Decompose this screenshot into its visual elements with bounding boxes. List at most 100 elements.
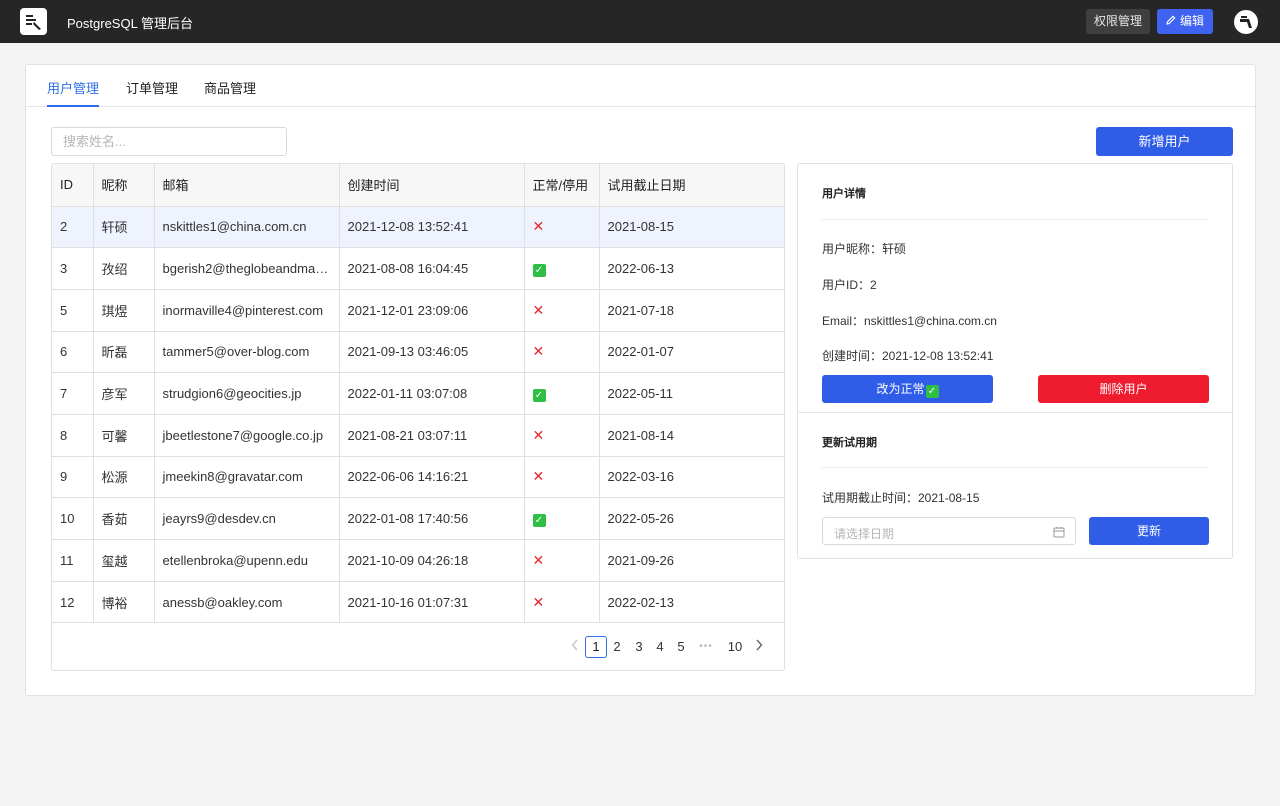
cell-status: ✕ [524,289,600,332]
trial-end-text: 试用期截止时间：2021-08-15 [822,491,980,505]
cell-nickname: 昕磊 [93,331,155,374]
cell-nickname: 琪煜 [93,289,155,332]
user-detail-title: 用户详情 [822,188,866,200]
cell-id: 5 [52,289,94,332]
cell-email: jeayrs9@desdev.cn [154,497,340,540]
search-input[interactable] [51,127,287,156]
permission-management-button[interactable]: 权限管理 [1086,9,1151,34]
cell-email: tammer5@over-blog.com [154,331,340,374]
table-row[interactable]: 9 松源 jmeekin8@gravatar.com 2022-06-06 14:16… [52,456,784,499]
cell-id: 11 [52,539,94,582]
cell-nickname: 松源 [93,456,155,499]
cell-id: 12 [52,581,94,624]
cell-email: bgerish2@theglobeandmail.com [154,247,340,290]
cell-trial-end: 2022-06-13 [599,247,784,290]
cell-status: ✕ [524,331,600,374]
status-disabled-icon: ✕ [532,343,545,360]
pencil-icon [1166,9,1176,34]
table-row[interactable]: 11 玺越 etellenbroka@upenn.edu 2021-10-09 04:… [52,539,784,582]
status-active-icon: ✓ [532,388,546,402]
table-row[interactable]: 2 轩硕 nskittles1@china.com.cn 2021-12-08 13:… [52,206,784,249]
next-page-icon[interactable] [752,636,766,658]
detail-nickname: 用户昵称：轩硕 [822,242,907,256]
cell-created: 2021-12-08 13:52:41 [339,206,525,249]
cell-email: jbeetlestone7@google.co.jp [154,414,340,457]
cell-created: 2021-10-09 04:26:18 [339,539,525,582]
column-header-created[interactable]: 创建时间 [339,164,525,207]
table-row[interactable]: 7 彦军 strudgion6@geocities.jp 2022-01-11 03:… [52,372,784,415]
divider [822,219,1208,220]
tab-product-management[interactable]: 商品管理 [204,78,256,107]
cell-trial-end: 2022-05-11 [599,372,784,415]
avatar[interactable] [1234,10,1258,34]
cell-id: 7 [52,372,94,415]
page-ellipsis[interactable]: ••• [695,636,717,658]
cell-status: ✕ [524,581,600,624]
column-header-trial-end[interactable]: 试用截止日期 [599,164,784,207]
tab-bar: 用户管理 订单管理 商品管理 [26,65,1255,107]
detail-email: Email：nskittles1@china.com.cn [822,314,997,328]
update-trial-button[interactable]: 更新 [1089,517,1209,545]
cell-created: 2021-10-16 01:07:31 [339,581,525,624]
column-header-nickname[interactable]: 昵称 [93,164,155,207]
page-5[interactable]: 5 [673,636,689,658]
cell-nickname: 可馨 [93,414,155,457]
cell-created: 2021-09-13 03:46:05 [339,331,525,374]
table-row[interactable]: 12 博裕 anessb@oakley.com 2021-10-16 01:07:31… [52,581,784,624]
date-picker-placeholder: 请选择日期 [834,527,895,541]
user-table: ID 昵称 邮箱 创建时间 正常/停用 试用截止日期 2 轩硕 nskittles1… [51,163,785,671]
cell-id: 6 [52,331,94,374]
user-detail-panel: 用户详情 用户昵称：轩硕 用户ID：2 Email：nskittles1@chi… [797,163,1233,559]
cell-email: etellenbroka@upenn.edu [154,539,340,582]
cell-email: anessb@oakley.com [154,581,340,624]
page-2[interactable]: 2 [609,636,625,658]
cell-status: ✕ [524,456,600,499]
page-1[interactable]: 1 [585,636,607,658]
cell-nickname: 玺越 [93,539,155,582]
cell-id: 10 [52,497,94,540]
page-10[interactable]: 10 [724,636,746,658]
cell-nickname: 轩硕 [93,206,155,249]
cell-trial-end: 2022-02-13 [599,581,784,624]
main-card: 用户管理 订单管理 商品管理 新增用户 ID 昵称 邮箱 创建时间 正常/停用 … [25,64,1256,696]
cell-created: 2021-08-08 16:04:45 [339,247,525,290]
table-row[interactable]: 10 香茹 jeayrs9@desdev.cn 2022-01-08 17:40:56… [52,497,784,540]
cell-status: ✓ [524,372,600,415]
prev-page-icon[interactable] [568,636,582,658]
status-active-icon: ✓ [532,513,546,527]
detail-user-id: 用户ID：2 [822,278,877,292]
page-3[interactable]: 3 [631,636,647,658]
top-bar: PostgreSQL 管理后台 权限管理 编辑 [0,0,1280,43]
table-row[interactable]: 3 孜绍 bgerish2@theglobeandmail.com 2021-08-0… [52,247,784,290]
cell-trial-end: 2022-01-07 [599,331,784,374]
status-disabled-icon: ✕ [532,301,545,318]
cell-status: ✕ [524,206,600,249]
cell-created: 2022-06-06 14:16:21 [339,456,525,499]
cell-trial-end: 2021-07-18 [599,289,784,332]
toggle-status-button[interactable]: 改为正常 ✓ [822,375,993,403]
table-row[interactable]: 8 可馨 jbeetlestone7@google.co.jp 2021-08-21 … [52,414,784,457]
cell-status: ✕ [524,414,600,457]
status-disabled-icon: ✕ [532,593,545,610]
add-user-button[interactable]: 新增用户 [1096,127,1233,156]
status-disabled-icon: ✕ [532,426,545,443]
edit-button[interactable]: 编辑 [1157,9,1214,34]
app-title: PostgreSQL 管理后台 [67,16,193,31]
column-header-status[interactable]: 正常/停用 [524,164,600,207]
app-logo-icon[interactable] [20,8,47,35]
status-disabled-icon: ✕ [532,218,545,235]
tab-user-management[interactable]: 用户管理 [47,78,100,107]
cell-status: ✓ [524,497,600,540]
date-picker-input[interactable]: 请选择日期 [822,517,1076,545]
column-header-id[interactable]: ID [52,164,94,207]
tab-order-management[interactable]: 订单管理 [126,78,178,107]
cell-created: 2022-01-08 17:40:56 [339,497,525,540]
check-icon: ✓ [925,385,939,398]
page-4[interactable]: 4 [652,636,668,658]
cell-id: 2 [52,206,94,249]
divider [822,467,1208,468]
table-row[interactable]: 5 琪煜 inormaville4@pinterest.com 2021-12-01 … [52,289,784,332]
delete-user-button[interactable]: 删除用户 [1038,375,1209,403]
column-header-email[interactable]: 邮箱 [154,164,340,207]
table-row[interactable]: 6 昕磊 tammer5@over-blog.com 2021-09-13 03:46… [52,331,784,374]
